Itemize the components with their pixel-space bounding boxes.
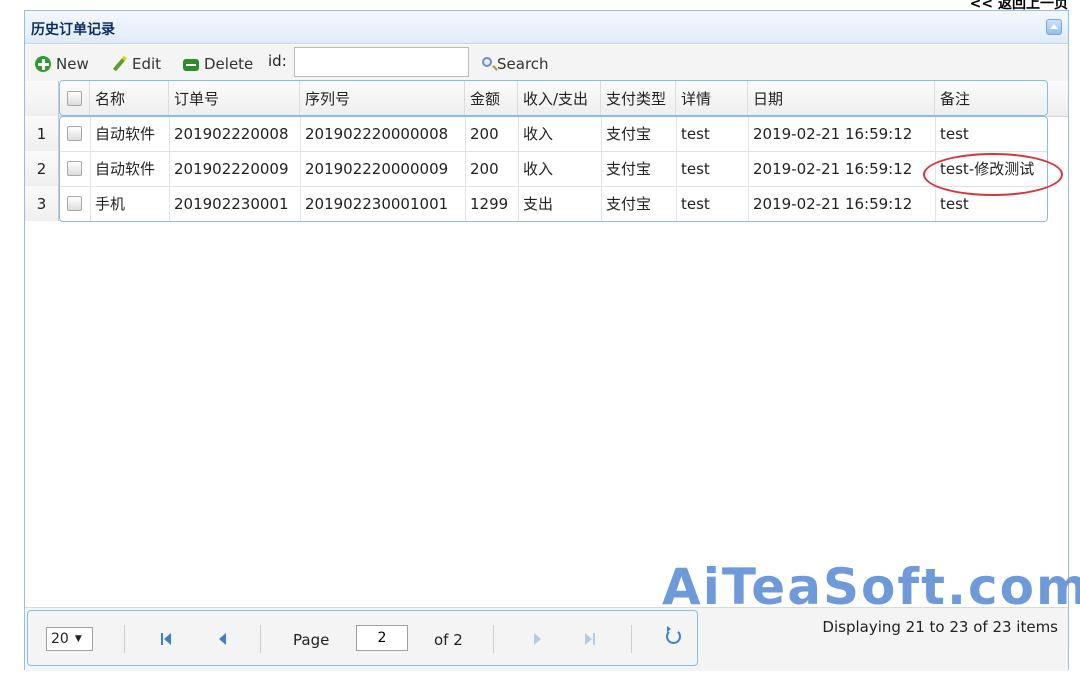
edit-label: Edit (132, 55, 162, 73)
checkbox-icon (67, 161, 82, 176)
search-button[interactable]: Search (482, 53, 549, 75)
col-header-pay[interactable]: 支付类型 (601, 81, 676, 116)
collapse-icon[interactable] (1046, 19, 1062, 35)
cell-type: 收入 (523, 160, 554, 178)
first-page-button[interactable] (160, 631, 176, 647)
cell-note: test (940, 124, 969, 143)
col-header-note[interactable]: 备注 (935, 81, 1048, 116)
prev-page-button[interactable] (216, 631, 232, 647)
cell-detail: test (681, 124, 710, 143)
cell-pay: 支付宝 (606, 125, 652, 143)
cell-amount: 200 (470, 124, 499, 143)
cell-serial: 201902220000009 (305, 159, 449, 178)
page-size-select[interactable]: 20 ▼ (46, 627, 93, 651)
id-input[interactable] (294, 47, 469, 77)
cell-amount: 200 (470, 159, 499, 178)
prev-page-icon (219, 633, 226, 645)
checkbox-icon (67, 196, 82, 211)
delete-button[interactable]: Delete (183, 53, 253, 75)
new-label: New (56, 55, 89, 73)
panel-header: 历史订单记录 (25, 11, 1068, 44)
cell-type: 支出 (523, 195, 554, 213)
col-header-serial[interactable]: 序列号 (300, 81, 465, 116)
delete-label: Delete (204, 55, 254, 73)
cell-pay: 支付宝 (606, 195, 652, 213)
col-header-name[interactable]: 名称 (90, 81, 169, 116)
cell-note: test-修改测试 (940, 160, 1035, 178)
panel-title: 历史订单记录 (31, 22, 115, 38)
row-checkbox[interactable] (59, 151, 90, 186)
cell-order: 201902230001 (174, 194, 289, 213)
cell-order: 201902220008 (174, 124, 289, 143)
cell-date: 2019-02-21 16:59:12 (753, 159, 913, 178)
cell-date: 2019-02-21 16:59:12 (753, 194, 913, 213)
edit-button[interactable]: Edit (111, 53, 161, 75)
row-checkbox[interactable] (59, 186, 90, 221)
cell-note: test (940, 194, 969, 213)
total-pages-label: of 2 (434, 631, 463, 649)
page-label: Page (293, 631, 330, 649)
pencil-icon (111, 56, 127, 72)
next-page-icon (534, 633, 541, 645)
row-checkbox[interactable] (59, 116, 90, 151)
cell-serial: 201902230001001 (305, 194, 449, 213)
checkbox-icon (67, 126, 82, 141)
cell-amount: 1299 (470, 194, 509, 213)
page-number-input[interactable] (356, 625, 408, 651)
row-number: 1 (25, 116, 59, 151)
last-page-button[interactable] (583, 631, 599, 647)
col-header-amount[interactable]: 金额 (465, 81, 518, 116)
search-label: Search (497, 55, 549, 73)
select-all-checkbox[interactable] (59, 81, 90, 116)
cell-pay: 支付宝 (606, 160, 652, 178)
page-size-value: 20 (51, 631, 69, 647)
row-number: 2 (25, 151, 59, 186)
id-label: id: (268, 52, 287, 70)
col-header-detail[interactable]: 详情 (676, 81, 748, 116)
cell-name: 手机 (95, 195, 126, 213)
cell-name: 自动软件 (95, 160, 156, 178)
new-button[interactable]: New (35, 53, 89, 75)
add-icon (35, 56, 51, 72)
cell-detail: test (681, 159, 710, 178)
remove-icon (183, 59, 199, 71)
cell-type: 收入 (523, 125, 554, 143)
pager: 20 ▼ Page of 2 (27, 610, 698, 666)
next-page-button[interactable] (530, 631, 546, 647)
search-icon (482, 57, 492, 67)
cell-order: 201902220009 (174, 159, 289, 178)
col-header-order[interactable]: 订单号 (169, 81, 300, 116)
toolbar: New Edit Delete id: Search (25, 45, 1068, 81)
rownum-header (25, 81, 59, 116)
cell-detail: test (681, 194, 710, 213)
checkbox-icon (66, 91, 82, 106)
watermark: AiTeaSoft.com (662, 558, 1080, 616)
row-number: 3 (25, 186, 59, 221)
refresh-icon[interactable] (666, 626, 681, 644)
col-header-date[interactable]: 日期 (748, 81, 935, 116)
cell-serial: 201902220000008 (305, 124, 449, 143)
pagination-area: 20 ▼ Page of 2 (25, 607, 1068, 671)
display-info: Displaying 21 to 23 of 23 items (822, 618, 1058, 636)
cell-name: 自动软件 (95, 125, 156, 143)
dropdown-arrow-icon: ▼ (74, 634, 82, 644)
col-header-type[interactable]: 收入/支出 (518, 81, 601, 116)
cell-date: 2019-02-21 16:59:12 (753, 124, 913, 143)
